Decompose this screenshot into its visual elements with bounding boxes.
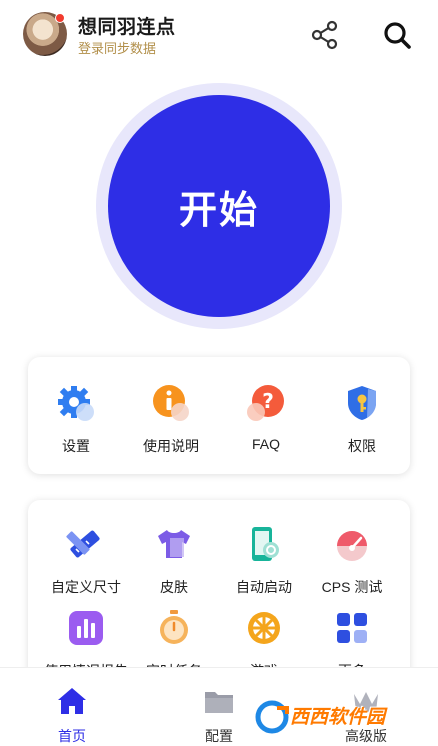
stopwatch-icon	[160, 610, 188, 644]
folder-icon	[205, 692, 233, 713]
start-button[interactable]: 开始	[108, 95, 330, 317]
settings-label: 设置	[62, 438, 90, 454]
phone-autostart-icon	[252, 527, 279, 561]
question-icon: ?	[247, 385, 284, 421]
nav-advanced-label: 高级版	[345, 728, 387, 744]
start-button-label: 开始	[178, 189, 259, 232]
quick-actions-card: 设置 使用说明 ? FAQ 权限	[28, 357, 410, 474]
header: 想同羽连点 登录同步数据	[0, 0, 438, 70]
permissions-label: 权限	[348, 438, 376, 454]
wheel-icon	[248, 612, 280, 644]
faq-item[interactable]: ? FAQ	[218, 383, 314, 452]
instructions-item[interactable]: 使用说明	[123, 383, 219, 456]
autostart-item[interactable]: 自动启动	[216, 524, 312, 597]
search-button[interactable]	[380, 18, 414, 52]
cps-test-item[interactable]: CPS 测试	[304, 524, 400, 597]
app-title: 想同羽连点	[78, 17, 176, 38]
search-icon	[384, 22, 411, 49]
shield-key-icon	[348, 386, 376, 420]
cps-test-label: CPS 测试	[321, 579, 383, 595]
settings-gear-icon	[58, 386, 94, 421]
watermark-logo-icon	[255, 700, 289, 734]
home-icon	[58, 688, 86, 714]
share-icon	[311, 20, 338, 50]
info-icon	[153, 385, 189, 421]
speedometer-icon	[337, 531, 367, 561]
autostart-label: 自动启动	[236, 579, 292, 595]
grid-icon	[337, 613, 367, 643]
nav-home[interactable]: 首页	[22, 668, 122, 746]
settings-item[interactable]: 设置	[28, 383, 124, 456]
tshirt-icon	[158, 530, 190, 558]
notification-dot	[55, 13, 65, 23]
custom-size-item[interactable]: 自定义尺寸	[38, 524, 134, 597]
share-button[interactable]	[308, 18, 342, 52]
login-sync-link[interactable]: 登录同步数据	[78, 38, 156, 57]
nav-home-label: 首页	[58, 728, 86, 744]
watermark-text: 西西软件园	[290, 707, 386, 728]
custom-size-label: 自定义尺寸	[51, 579, 121, 595]
skin-label: 皮肤	[160, 579, 188, 595]
permissions-item[interactable]: 权限	[314, 383, 410, 456]
ruler-pencil-icon	[66, 530, 100, 558]
nav-config[interactable]: 配置	[169, 668, 269, 746]
skin-item[interactable]: 皮肤	[126, 524, 222, 597]
bar-chart-icon	[69, 611, 103, 645]
faq-label: FAQ	[251, 436, 280, 452]
nav-config-label: 配置	[205, 728, 233, 744]
instructions-label: 使用说明	[143, 438, 199, 454]
